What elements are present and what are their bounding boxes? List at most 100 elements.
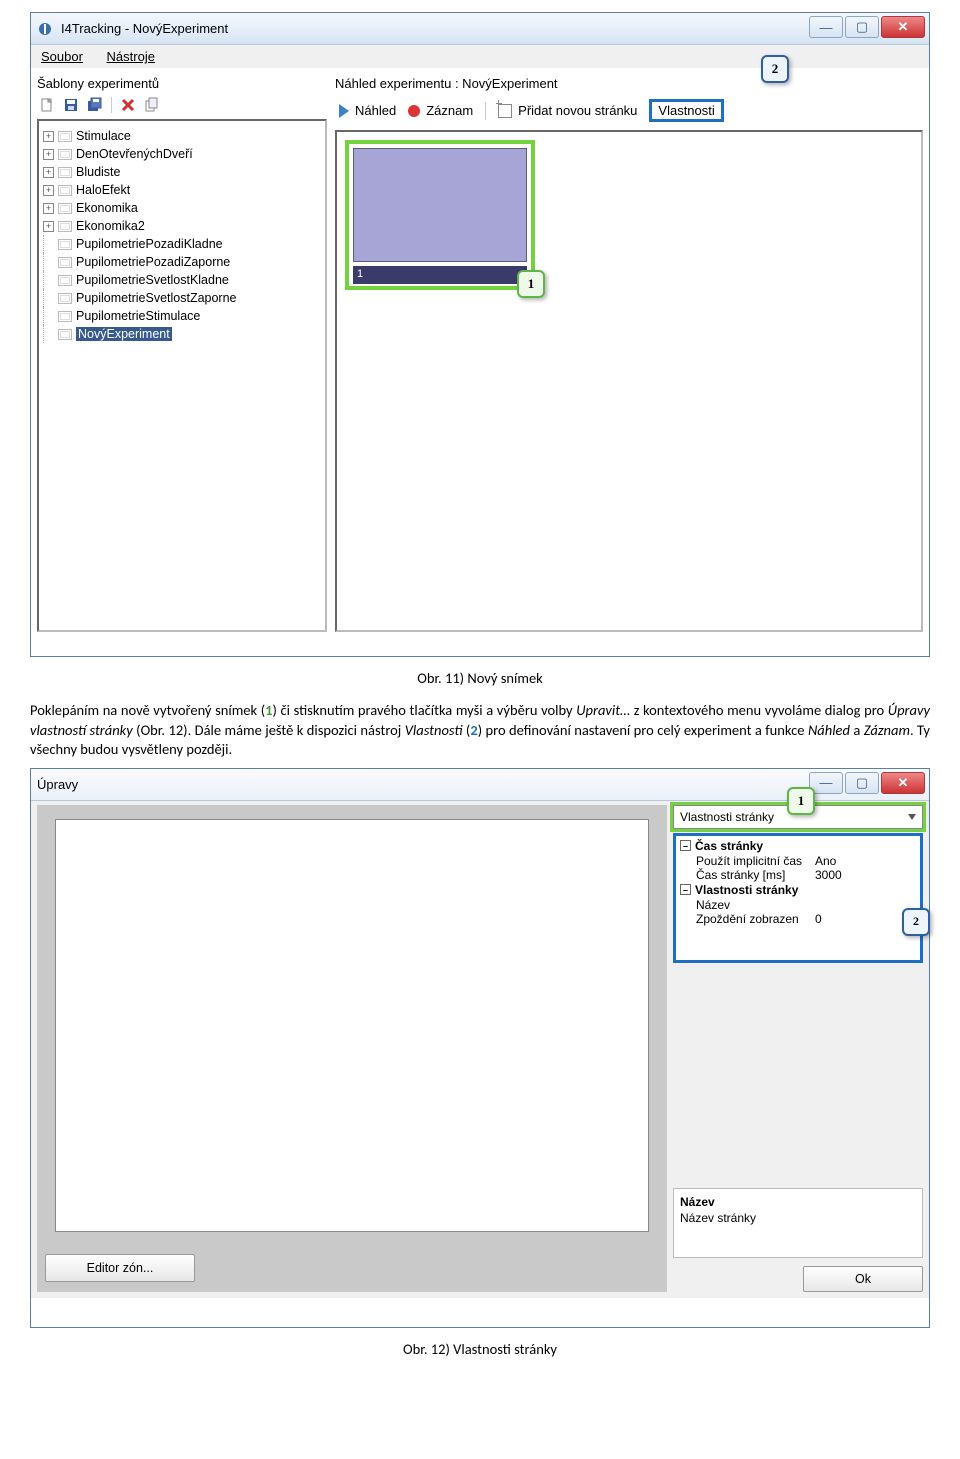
property-description-header: Název (680, 1195, 916, 1209)
expander-icon[interactable]: + (43, 203, 54, 214)
experiment-icon (58, 329, 72, 340)
propgrid-group[interactable]: –Vlastnosti stránky (678, 882, 918, 898)
maximize-button[interactable]: ▢ (845, 772, 879, 794)
tree-item-label: Ekonomika (76, 201, 138, 215)
tree-item[interactable]: PupilometrieSvetlostKladne (43, 271, 321, 289)
experiment-icon (58, 167, 72, 178)
collapse-icon[interactable]: – (680, 884, 691, 895)
collapse-icon[interactable]: – (680, 840, 691, 851)
propgrid-row[interactable]: Zpoždění zobrazen0 (678, 912, 918, 926)
ok-button[interactable]: Ok (803, 1266, 923, 1292)
propgrid-value[interactable]: 3000 (815, 868, 916, 882)
page-thumbnail[interactable]: 1 (345, 140, 535, 290)
tree-item[interactable]: + Bludiste (43, 163, 321, 181)
expander-icon[interactable]: + (43, 131, 54, 142)
templates-tree[interactable]: + Stimulace + DenOtevřenýchDveří + Bludiste + H… (37, 119, 327, 632)
propgrid-row[interactable]: Název (678, 898, 918, 912)
minimize-button[interactable]: — (809, 16, 843, 38)
close-button[interactable]: ✕ (881, 772, 925, 794)
property-description-body: Název stránky (680, 1211, 916, 1225)
expander-icon[interactable]: + (43, 149, 54, 160)
callout-1-dropdown: 1 (787, 787, 815, 815)
tree-branch (43, 271, 54, 289)
callout-2-label: 2 (772, 61, 779, 77)
copy-icon[interactable] (144, 97, 160, 113)
experiment-icon (58, 149, 72, 160)
tree-item[interactable]: PupilometriePozadiZaporne (43, 253, 321, 271)
preview-label: Náhled experimentu : NovýExperiment (335, 76, 923, 91)
tree-item[interactable]: + Stimulace (43, 127, 321, 145)
callout-1-label: 1 (528, 276, 535, 292)
zone-editor-button-label: Editor zón... (87, 1261, 154, 1275)
add-page-button-label: Přidat novou stránku (518, 103, 637, 118)
tree-item[interactable]: PupilometrieSvetlostZaporne (43, 289, 321, 307)
expander-icon[interactable]: + (43, 221, 54, 232)
expander-icon[interactable]: + (43, 167, 54, 178)
zone-editor-button[interactable]: Editor zón... (45, 1254, 195, 1282)
properties-dropdown-label: Vlastnosti stránky (680, 810, 774, 824)
propgrid-row[interactable]: Použít implicitní časAno (678, 854, 918, 868)
experiment-icon (58, 221, 72, 232)
callout-2-properties: 2 (761, 55, 789, 83)
propgrid-key: Zpoždění zobrazen (680, 912, 815, 926)
experiment-icon (58, 311, 72, 322)
tree-item[interactable]: + Ekonomika (43, 199, 321, 217)
tree-item-label: PupilometrieStimulace (76, 309, 200, 323)
save-all-icon[interactable] (87, 97, 103, 113)
tree-item-label: Bludiste (76, 165, 120, 179)
propgrid-value[interactable]: Ano (815, 854, 916, 868)
propgrid-value[interactable] (815, 898, 916, 912)
tree-item[interactable]: + DenOtevřenýchDveří (43, 145, 321, 163)
tree-item[interactable]: +Ekonomika2 (43, 217, 321, 235)
propgrid-key: Použít implicitní čas (680, 854, 815, 868)
propgrid-key: Název (680, 898, 815, 912)
figure-12-caption: Obr. 12) Vlastnosti stránky (30, 1340, 930, 1358)
tree-item-label: HaloEfekt (76, 183, 130, 197)
body-paragraph: Poklepáním na nově vytvořený snímek (1) … (30, 701, 930, 760)
propgrid-value[interactable]: 0 (815, 912, 916, 926)
tree-item[interactable]: + HaloEfekt (43, 181, 321, 199)
experiment-icon (58, 293, 72, 304)
add-page-icon (498, 104, 512, 118)
properties-button-label: Vlastnosti (658, 103, 714, 118)
delete-icon[interactable] (120, 97, 136, 113)
preview-toolbar: Náhled Záznam Přidat novou stránku Vlast… (335, 95, 923, 130)
add-page-button[interactable]: Přidat novou stránku (498, 103, 637, 118)
preview-button[interactable]: Náhled (339, 103, 396, 118)
experiment-icon (58, 131, 72, 142)
preview-area[interactable]: 1 1 (335, 130, 923, 632)
propgrid-group-label: Vlastnosti stránky (695, 883, 798, 897)
maximize-button[interactable]: ▢ (845, 16, 879, 38)
menu-tools[interactable]: Nástroje (107, 49, 155, 64)
close-button[interactable]: ✕ (881, 16, 925, 38)
experiment-icon (58, 185, 72, 196)
propgrid-group[interactable]: –Čas stránky (678, 838, 918, 854)
expander-icon[interactable]: + (43, 185, 54, 196)
tree-item[interactable]: NovýExperiment (43, 325, 321, 343)
property-grid[interactable]: 2 –Čas stránkyPoužít implicitní časAnoČa… (673, 833, 923, 963)
experiment-icon (58, 257, 72, 268)
tree-branch (43, 235, 54, 253)
page-canvas[interactable] (55, 819, 649, 1232)
new-icon[interactable] (39, 97, 55, 113)
tree-branch (43, 253, 54, 271)
chevron-down-icon (908, 814, 916, 820)
templates-toolbar (37, 95, 327, 119)
tree-item[interactable]: PupilometriePozadiKladne (43, 235, 321, 253)
tree-item-label: PupilometrieSvetlostZaporne (76, 291, 237, 305)
record-button-label: Záznam (426, 103, 473, 118)
tree-item-label: NovýExperiment (76, 327, 172, 341)
propgrid-group-label: Čas stránky (695, 839, 763, 853)
propgrid-key: Čas stránky [ms] (680, 868, 815, 882)
properties-button[interactable]: Vlastnosti (649, 99, 723, 122)
propgrid-row[interactable]: Čas stránky [ms]3000 (678, 868, 918, 882)
tree-item[interactable]: PupilometrieStimulace (43, 307, 321, 325)
experiment-icon (58, 239, 72, 250)
record-button[interactable]: Záznam (408, 103, 473, 118)
tree-item-label: DenOtevřenýchDveří (76, 147, 193, 161)
menu-file[interactable]: Soubor (41, 49, 83, 64)
tree-item-label: Stimulace (76, 129, 131, 143)
tree-branch (43, 307, 54, 325)
tree-item-label: PupilometriePozadiZaporne (76, 255, 230, 269)
save-icon[interactable] (63, 97, 79, 113)
